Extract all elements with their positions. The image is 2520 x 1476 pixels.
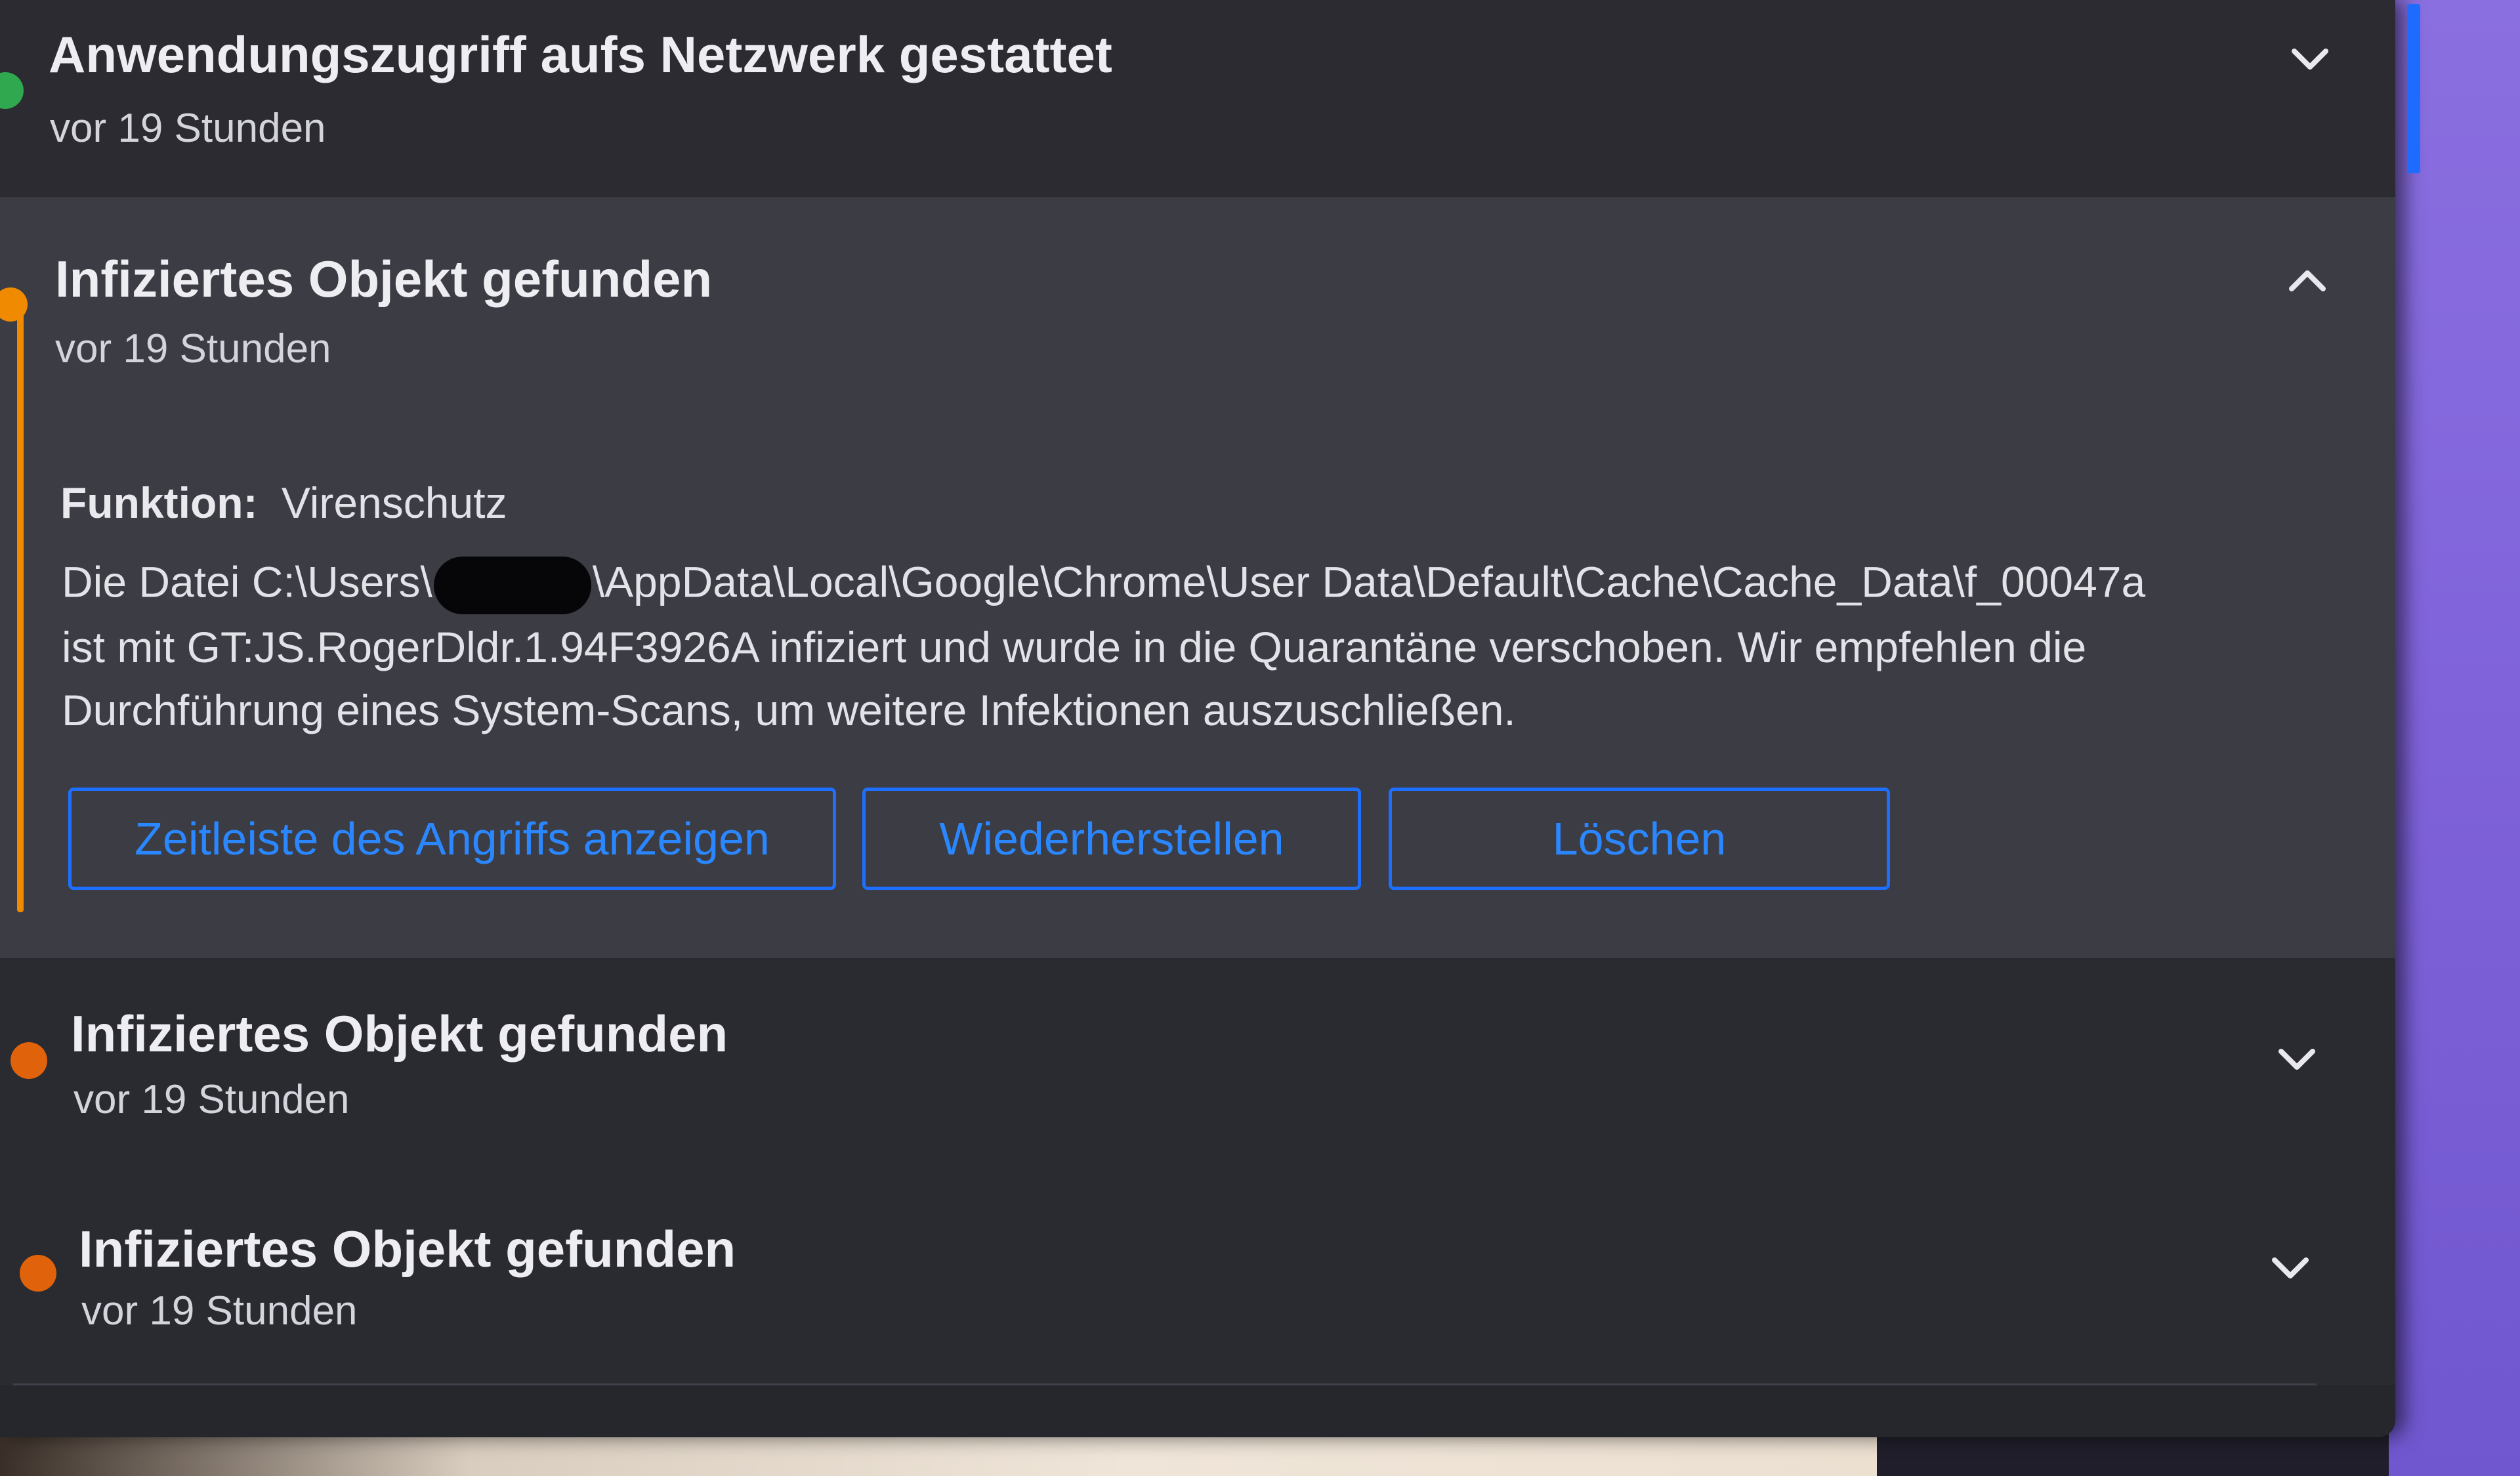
function-value: Virenschutz (281, 478, 507, 527)
status-dot-infected (10, 1042, 47, 1079)
event-time: vor 19 Stunden (81, 1288, 358, 1334)
scrollbar-thumb[interactable] (2407, 4, 2420, 173)
event-title: Infiziertes Objekt gefunden (71, 1005, 728, 1063)
chevron-down-icon[interactable] (2284, 33, 2336, 85)
view-attack-timeline-label: Zeitleiste des Angriffs anzeigen (135, 813, 770, 864)
chevron-down-icon[interactable] (2264, 1242, 2317, 1294)
function-label: Funktion: (60, 478, 258, 527)
view-attack-timeline-button[interactable]: Zeitleiste des Angriffs anzeigen (68, 788, 836, 890)
event-title: Infiziertes Objekt gefunden (79, 1220, 736, 1278)
event-item-infected[interactable]: Infiziertes Objekt gefunden vor 19 Stund… (0, 958, 2395, 1168)
message-line-2: ist mit GT:JS.RogerDldr.1.94F3926A infiz… (62, 623, 2087, 671)
chevron-down-icon[interactable] (2271, 1033, 2323, 1086)
status-dot-allowed (0, 72, 24, 109)
restore-label: Wiederherstellen (939, 813, 1284, 864)
message-line-3: Durchführung eines System-Scans, um weit… (62, 686, 1516, 734)
event-title: Infiziertes Objekt gefunden (55, 250, 713, 308)
event-list-panel: Anwendungszugriff aufs Netzwerk gestatte… (0, 0, 2395, 1437)
event-title: Anwendungszugriff aufs Netzwerk gestatte… (49, 26, 1112, 83)
desktop-background (2389, 0, 2520, 1476)
message-line-1: Die Datei C:\Users\ \AppData\Local\Google… (62, 557, 2145, 614)
divider (13, 1383, 2317, 1385)
event-item-infected-expanded: Infiziertes Objekt gefunden vor 19 Stund… (0, 197, 2395, 958)
event-item-network-access[interactable]: Anwendungszugriff aufs Netzwerk gestatte… (0, 0, 2395, 197)
function-row: Funktion: Virenschutz (60, 478, 507, 528)
redaction-mark (433, 557, 591, 614)
event-time: vor 19 Stunden (55, 326, 331, 371)
event-item-infected[interactable]: Infiziertes Objekt gefunden vor 19 Stund… (0, 1168, 2395, 1385)
delete-button[interactable]: Löschen (1389, 788, 1890, 890)
event-time: vor 19 Stunden (74, 1077, 350, 1122)
event-time: vor 19 Stunden (50, 106, 326, 151)
desktop-background-bottom (0, 1437, 1877, 1476)
status-dot-infected (20, 1255, 56, 1292)
message-path-end: \AppData\Local\Google\Chrome\User Data\D… (592, 557, 2146, 606)
chevron-up-icon[interactable] (2281, 255, 2334, 307)
status-accent-bar (17, 308, 24, 912)
restore-button[interactable]: Wiederherstellen (862, 788, 1361, 890)
delete-label: Löschen (1552, 813, 1727, 864)
message-path-start: Die Datei C:\Users\ (62, 557, 432, 606)
